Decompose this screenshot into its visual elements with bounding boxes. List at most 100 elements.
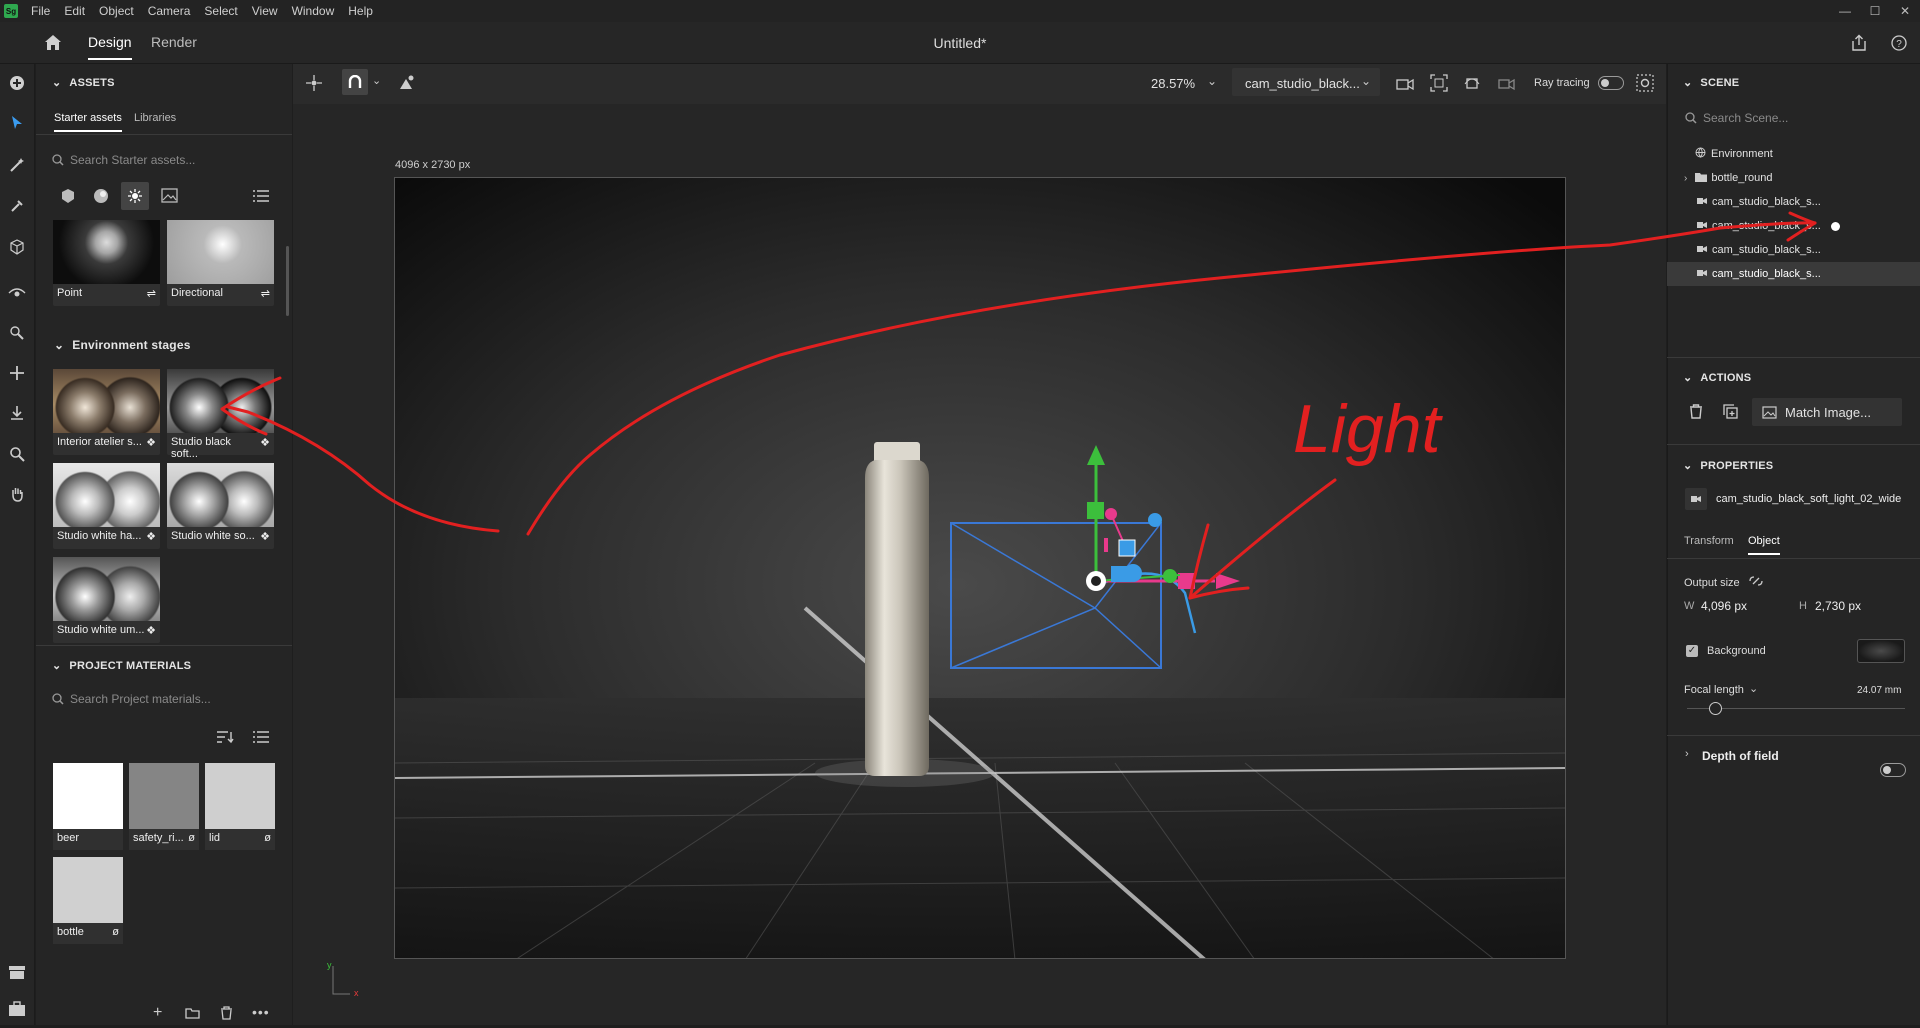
duplicate-icon[interactable] [1723, 404, 1738, 422]
background-swatch[interactable] [1857, 639, 1905, 663]
chevron-down-icon[interactable]: ⌄ [1749, 682, 1758, 695]
camera-tool-icon[interactable] [1396, 74, 1414, 95]
env-studio-black-soft[interactable]: Studio black soft... ❖ [167, 369, 274, 460]
chevron-down-icon[interactable]: ⌄ [372, 74, 381, 87]
env-studio-white-hard[interactable]: Studio white ha... ❖ [53, 463, 160, 549]
light-tool-icon[interactable] [6, 280, 28, 302]
orbit-icon[interactable] [1463, 74, 1481, 95]
tab-starter-assets[interactable]: Starter assets [54, 112, 122, 132]
select-tool-icon[interactable] [6, 112, 28, 134]
asset-point-light[interactable]: Point ⇌ [53, 220, 160, 306]
chevron-down-icon[interactable]: ⌄ [1207, 74, 1217, 88]
scene-header[interactable]: ⌄ SCENE [1683, 76, 1739, 89]
assets-search[interactable]: Search Starter assets... [52, 149, 282, 171]
properties-header[interactable]: ⌄ PROPERTIES [1683, 459, 1773, 472]
unlink-aspect-icon[interactable] [1748, 575, 1764, 590]
height-input[interactable]: 2,730 px [1815, 599, 1861, 613]
add-icon[interactable] [6, 72, 28, 94]
help-icon[interactable]: ? [1891, 35, 1907, 54]
menu-help[interactable]: Help [341, 4, 380, 18]
minimize-icon[interactable]: — [1830, 0, 1860, 22]
menu-select[interactable]: Select [197, 4, 244, 18]
briefcase-icon[interactable] [6, 998, 28, 1020]
chevron-right-icon[interactable]: › [1685, 748, 1689, 760]
render-canvas[interactable] [394, 177, 1566, 959]
transform-gizmo-icon[interactable] [305, 74, 323, 95]
zoom-level[interactable]: 28.57% [1151, 76, 1195, 91]
scene-item-camera-1[interactable]: cam_studio_black_s... [1667, 190, 1920, 214]
tab-transform[interactable]: Transform [1684, 535, 1734, 547]
assets-header[interactable]: ⌄ ASSETS [52, 76, 115, 89]
scene-item-camera-3[interactable]: cam_studio_black_s... [1667, 238, 1920, 262]
menu-object[interactable]: Object [92, 4, 141, 18]
materials-search-input[interactable]: Search Project materials... [70, 692, 211, 706]
depth-of-field-label[interactable]: Depth of field [1702, 749, 1779, 763]
focal-length-label[interactable]: Focal length [1684, 684, 1744, 696]
match-image-button[interactable]: Match Image... [1752, 398, 1902, 426]
snap-magnet-icon[interactable] [342, 69, 368, 95]
env-interior-atelier[interactable]: Interior atelier s... ❖ [53, 369, 160, 455]
tab-object[interactable]: Object [1748, 535, 1780, 555]
settings-icon[interactable]: ⇌ [147, 287, 156, 300]
add-material-icon[interactable]: + [153, 1004, 162, 1022]
models-filter-icon[interactable] [60, 188, 76, 207]
zoom-icon[interactable] [6, 443, 28, 465]
material-lid[interactable]: lid ø [205, 763, 275, 850]
menu-window[interactable]: Window [285, 4, 342, 18]
scene-search-input[interactable]: Search Scene... [1703, 111, 1788, 125]
material-beer[interactable]: beer [53, 763, 123, 850]
cube-icon[interactable] [6, 236, 28, 258]
scene-item-camera-4[interactable]: cam_studio_black_s... [1667, 262, 1920, 286]
move-icon[interactable] [6, 362, 28, 384]
lights-filter-icon[interactable] [121, 182, 149, 210]
menu-view[interactable]: View [245, 4, 285, 18]
close-icon[interactable]: ✕ [1890, 0, 1920, 22]
folder-icon[interactable] [185, 1007, 200, 1022]
background-checkbox[interactable]: ✓ [1686, 645, 1698, 657]
assets-scrollbar[interactable] [286, 246, 289, 316]
delete-icon[interactable] [1689, 404, 1703, 422]
env-studio-white-umbrella[interactable]: Studio white um... ❖ [53, 557, 160, 643]
environment-stages-header[interactable]: ⌄ Environment stages [54, 338, 191, 352]
materials-filter-icon[interactable] [93, 188, 109, 207]
trash-icon[interactable] [220, 1006, 233, 1023]
scene-search[interactable]: Search Scene... [1685, 107, 1905, 129]
menu-edit[interactable]: Edit [57, 4, 92, 18]
share-icon[interactable] [1851, 34, 1867, 55]
assets-search-input[interactable]: Search Starter assets... [70, 153, 195, 167]
visibility-dot[interactable] [1830, 221, 1840, 231]
image-filter-icon[interactable] [161, 188, 178, 206]
bottle-model[interactable] [865, 442, 929, 776]
menu-file[interactable]: File [24, 4, 57, 18]
maximize-icon[interactable]: ☐ [1860, 0, 1890, 22]
material-bottle[interactable]: bottle ø [53, 857, 123, 944]
list-view-icon[interactable] [252, 730, 270, 747]
depth-of-field-toggle[interactable] [1880, 763, 1906, 777]
more-icon[interactable]: ••• [252, 1004, 270, 1020]
material-safety-ring[interactable]: safety_ri... ø [129, 763, 199, 850]
render-settings-icon[interactable] [1636, 74, 1654, 95]
scene-item-camera-2[interactable]: cam_studio_black_s... [1667, 214, 1920, 238]
menu-camera[interactable]: Camera [141, 4, 198, 18]
panel-toggle-icon[interactable] [6, 961, 28, 983]
hand-icon[interactable] [6, 483, 28, 505]
focal-length-slider-thumb[interactable] [1709, 702, 1722, 715]
magic-wand-icon[interactable] [6, 154, 28, 176]
materials-search[interactable]: Search Project materials... [52, 688, 282, 710]
width-input[interactable]: 4,096 px [1701, 599, 1747, 613]
settings-icon[interactable]: ⇌ [261, 287, 270, 300]
tab-libraries[interactable]: Libraries [134, 112, 176, 124]
scene-item-environment[interactable]: Environment [1667, 142, 1920, 166]
actions-header[interactable]: ⌄ ACTIONS [1683, 371, 1751, 384]
frame-icon[interactable] [1430, 74, 1448, 95]
eyedropper-icon[interactable] [6, 195, 28, 217]
ray-tracing-toggle[interactable] [1598, 76, 1624, 90]
chevron-right-icon[interactable]: › [1684, 173, 1687, 184]
project-materials-header[interactable]: ⌄ PROJECT MATERIALS [52, 659, 191, 672]
asset-directional-light[interactable]: Directional ⇌ [167, 220, 274, 306]
scene-item-bottle-round[interactable]: › bottle_round [1667, 166, 1920, 190]
paint-icon[interactable] [6, 322, 28, 344]
list-view-icon[interactable] [252, 189, 270, 206]
sort-icon[interactable] [216, 730, 234, 747]
smart-snap-icon[interactable] [397, 74, 415, 95]
